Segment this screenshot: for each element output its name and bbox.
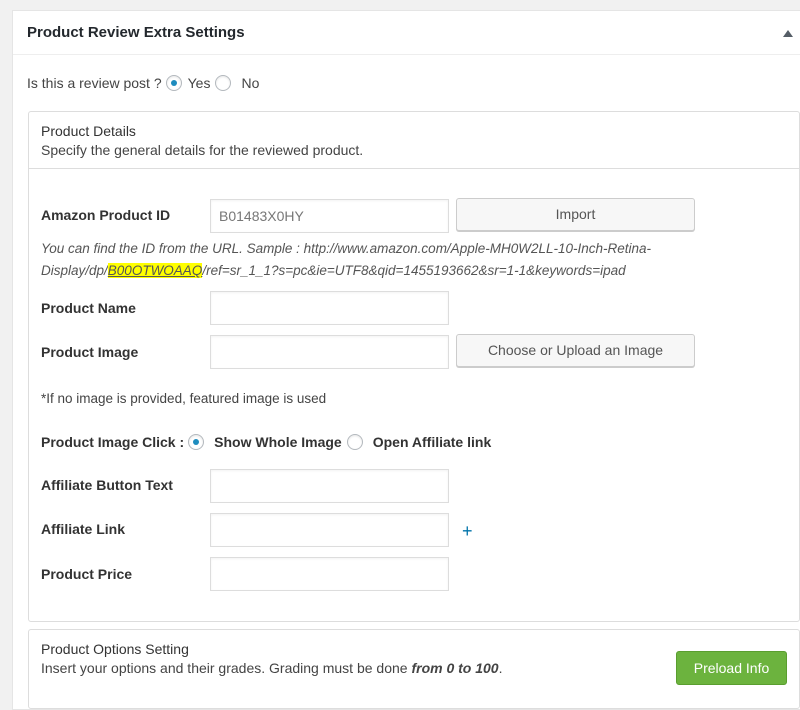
metabox-title: Product Review Extra Settings <box>27 24 245 41</box>
product-options-panel: Product Options Setting Insert your opti… <box>28 629 800 709</box>
amazon-id-hint: You can find the ID from the URL. Sample… <box>41 238 761 282</box>
collapse-toggle-icon[interactable] <box>783 30 793 37</box>
product-name-input[interactable] <box>210 291 449 325</box>
options-desc-prefix: Insert your options and their grades. Gr… <box>41 660 412 676</box>
product-name-label: Product Name <box>41 300 136 316</box>
product-image-input[interactable] <box>210 335 449 369</box>
product-details-header: Product Details Specify the general deta… <box>29 112 799 169</box>
amazon-id-label: Amazon Product ID <box>41 207 171 223</box>
review-no-radio[interactable] <box>215 75 232 91</box>
affiliate-button-text-label: Affiliate Button Text <box>41 477 173 493</box>
upload-image-button[interactable]: Choose or Upload an Image <box>456 334 695 367</box>
product-price-label: Product Price <box>41 566 133 582</box>
affiliate-link-label: Affiliate Link <box>41 521 126 537</box>
product-review-metabox: Product Review Extra Settings Is this a … <box>12 10 800 710</box>
amazon-id-input[interactable] <box>210 199 449 233</box>
image-note: *If no image is provided, featured image… <box>41 391 327 406</box>
review-question-label: Is this a review post ? <box>27 75 162 91</box>
metabox-header: Product Review Extra Settings <box>13 11 800 55</box>
open-affiliate-radio[interactable] <box>346 434 363 450</box>
import-button[interactable]: Import <box>456 198 695 231</box>
review-yes-label[interactable]: Yes <box>188 75 211 91</box>
image-click-row: Product Image Click : Show Whole Image O… <box>41 434 496 450</box>
show-whole-image-label[interactable]: Show Whole Image <box>214 434 342 450</box>
affiliate-link-input[interactable] <box>210 513 449 547</box>
review-yes-radio[interactable] <box>165 75 182 91</box>
product-details-description: Specify the general details for the revi… <box>41 142 364 158</box>
hint-suffix: /ref=sr_1_1?s=pc&ie=UTF8&qid=1455193662&… <box>202 263 626 278</box>
add-link-icon[interactable]: + <box>462 521 473 542</box>
image-click-label: Product Image Click : <box>41 434 185 450</box>
hint-highlight-id: B00OTWOAAQ <box>107 263 203 278</box>
product-price-input[interactable] <box>210 557 449 591</box>
review-no-label[interactable]: No <box>241 75 259 91</box>
open-affiliate-label[interactable]: Open Affiliate link <box>373 434 492 450</box>
options-desc-emphasis: from 0 to 100 <box>411 660 499 676</box>
product-details-title: Product Details <box>41 123 136 139</box>
product-details-panel: Product Details Specify the general deta… <box>28 111 800 622</box>
product-image-label: Product Image <box>41 344 139 360</box>
affiliate-button-text-input[interactable] <box>210 469 449 503</box>
show-whole-image-radio[interactable] <box>188 434 205 450</box>
options-desc-suffix: . <box>498 660 503 676</box>
preload-info-button[interactable]: Preload Info <box>676 651 787 685</box>
review-post-row: Is this a review post ? Yes No <box>27 75 264 91</box>
